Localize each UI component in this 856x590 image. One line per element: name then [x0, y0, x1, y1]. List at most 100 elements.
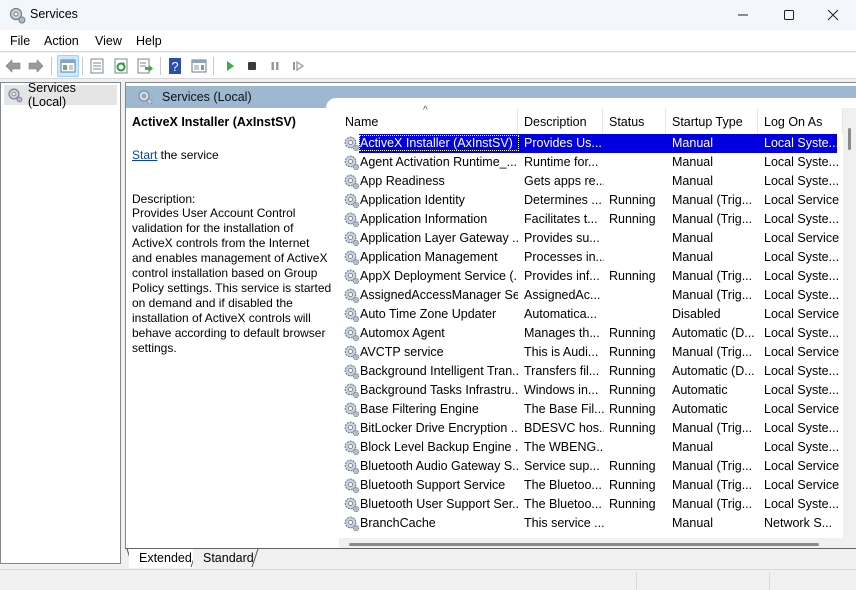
status-bar: [0, 569, 856, 590]
vertical-scroll-thumb[interactable]: [848, 128, 851, 150]
toolbar-separator: [213, 57, 214, 75]
service-startup-type: Disabled: [672, 307, 721, 321]
properties-button[interactable]: [86, 55, 108, 77]
stop-icon: [248, 62, 256, 70]
column-header-name[interactable]: ^ Name: [339, 105, 518, 134]
services-gear-icon: [138, 90, 153, 105]
back-button[interactable]: [2, 55, 24, 77]
menu-file[interactable]: File: [10, 34, 30, 48]
service-row[interactable]: Auto Time Zone Updater Automatica... Disab…: [339, 305, 843, 324]
column-header-log-on-as[interactable]: Log On As: [758, 108, 843, 134]
view-tabs: Extended Standard: [125, 548, 856, 568]
service-name: Automox Agent: [360, 326, 445, 340]
start-service-link[interactable]: Start: [132, 148, 157, 162]
service-log-on-as: Local Syste...: [764, 212, 840, 226]
service-description: The WBENG...: [524, 440, 604, 454]
service-gear-icon: [344, 155, 360, 171]
service-row[interactable]: Block Level Backup Engine ... The WBENG..…: [339, 438, 843, 457]
service-row[interactable]: Base Filtering Engine The Base Fil... Runn…: [339, 400, 843, 419]
service-name: Auto Time Zone Updater: [360, 307, 497, 321]
tab-edge: [251, 549, 259, 568]
service-description: Transfers fil...: [524, 364, 600, 378]
service-description: Provides Us...: [524, 136, 602, 150]
menu-help[interactable]: Help: [136, 34, 162, 48]
service-startup-type: Manual: [672, 155, 713, 169]
service-name: Bluetooth Support Service: [360, 478, 506, 492]
start-service-button[interactable]: [219, 55, 241, 77]
service-gear-icon: [344, 136, 360, 152]
service-row[interactable]: Automox Agent Manages th... Running Automat…: [339, 324, 843, 343]
service-description: This is Audi...: [524, 345, 599, 359]
service-startup-type: Manual (Trig...: [672, 497, 753, 511]
action-pane-icon: [191, 59, 207, 73]
stop-service-button[interactable]: [241, 55, 263, 77]
toolbar: ?: [0, 53, 856, 79]
service-row[interactable]: ActiveX Installer (AxInstSV) Provides Us.…: [339, 134, 843, 153]
forward-button[interactable]: [25, 55, 47, 77]
service-row[interactable]: Agent Activation Runtime_... Runtime for.…: [339, 153, 843, 172]
service-status: Running: [609, 345, 656, 359]
service-startup-type: Automatic (D...: [672, 364, 755, 378]
service-log-on-as: Local Syste...: [764, 421, 840, 435]
service-startup-type: Manual (Trig...: [672, 269, 753, 283]
service-description: This service ...: [524, 516, 604, 530]
close-button[interactable]: [810, 0, 856, 30]
service-description: AssignedAc...: [524, 288, 601, 302]
menu-view[interactable]: View: [95, 34, 122, 48]
service-name: Background Tasks Infrastru...: [360, 383, 518, 397]
service-status: Running: [609, 497, 656, 511]
service-name: BitLocker Drive Encryption ...: [360, 421, 518, 435]
show-hide-console-tree-button[interactable]: [57, 55, 79, 77]
service-row[interactable]: AppX Deployment Service (... Provides inf…: [339, 267, 843, 286]
service-startup-type: Manual (Trig...: [672, 345, 753, 359]
service-row[interactable]: Application Layer Gateway ... Provides su…: [339, 229, 843, 248]
service-row[interactable]: Background Tasks Infrastru... Windows in.…: [339, 381, 843, 400]
service-row[interactable]: Bluetooth User Support Ser... The Bluetoo…: [339, 495, 843, 514]
service-row[interactable]: Application Information Facilitates t... R…: [339, 210, 843, 229]
tree-node-label: Services (Local): [27, 81, 76, 109]
service-gear-icon: [344, 421, 360, 437]
service-log-on-as: Local Service: [764, 402, 840, 416]
maximize-button[interactable]: [766, 0, 812, 30]
service-gear-icon: [344, 459, 360, 475]
back-arrow-icon: [5, 59, 21, 73]
service-status: Running: [609, 421, 656, 435]
service-description: Provides su...: [524, 231, 600, 245]
refresh-button[interactable]: [110, 55, 132, 77]
service-log-on-as: Local Service: [764, 193, 840, 207]
service-row[interactable]: AssignedAccessManager Se... AssignedAc...…: [339, 286, 843, 305]
service-startup-type: Manual (Trig...: [672, 459, 753, 473]
column-header-startup-type[interactable]: Startup Type: [666, 108, 758, 134]
services-pane: Services (Local) ActiveX Installer (AxIn…: [125, 82, 856, 550]
service-gear-icon: [344, 269, 360, 285]
service-startup-type: Manual (Trig...: [672, 288, 753, 302]
service-row[interactable]: App Readiness Gets apps re... Manual Local …: [339, 172, 843, 191]
service-row[interactable]: Application Management Processes in... Man…: [339, 248, 843, 267]
export-list-button[interactable]: [134, 55, 156, 77]
service-gear-icon: [344, 193, 360, 209]
service-row[interactable]: Bluetooth Audio Gateway S... Service sup.…: [339, 457, 843, 476]
tree-node-services-local[interactable]: Services (Local): [4, 81, 117, 109]
horizontal-scroll-thumb[interactable]: [349, 543, 819, 546]
service-row[interactable]: Application Identity Determines ... Runnin…: [339, 191, 843, 210]
service-name: Application Management: [360, 250, 498, 264]
service-row[interactable]: Bluetooth Support Service The Bluetoo... R…: [339, 476, 843, 495]
help-button[interactable]: ?: [164, 55, 186, 77]
column-header-status[interactable]: Status: [603, 108, 666, 134]
service-row[interactable]: AVCTP service This is Audi... Running Manua…: [339, 343, 843, 362]
service-name: Background Intelligent Tran...: [360, 364, 518, 378]
service-row[interactable]: BitLocker Drive Encryption ... BDESVC hos…: [339, 419, 843, 438]
pause-service-button[interactable]: [264, 55, 286, 77]
service-gear-icon: [344, 307, 360, 323]
service-row[interactable]: BranchCache This service ... Manual Network…: [339, 514, 843, 533]
column-header-description[interactable]: Description: [518, 108, 603, 134]
show-action-pane-button[interactable]: [188, 55, 210, 77]
service-startup-type: Automatic: [672, 402, 728, 416]
restart-service-button[interactable]: [287, 55, 309, 77]
service-description: The Base Fil...: [524, 402, 604, 416]
menu-action[interactable]: Action: [44, 34, 79, 48]
service-description: Processes in...: [524, 250, 604, 264]
vertical-scrollbar[interactable]: [843, 108, 856, 548]
minimize-button[interactable]: [720, 0, 766, 30]
service-row[interactable]: Background Intelligent Tran... Transfers …: [339, 362, 843, 381]
